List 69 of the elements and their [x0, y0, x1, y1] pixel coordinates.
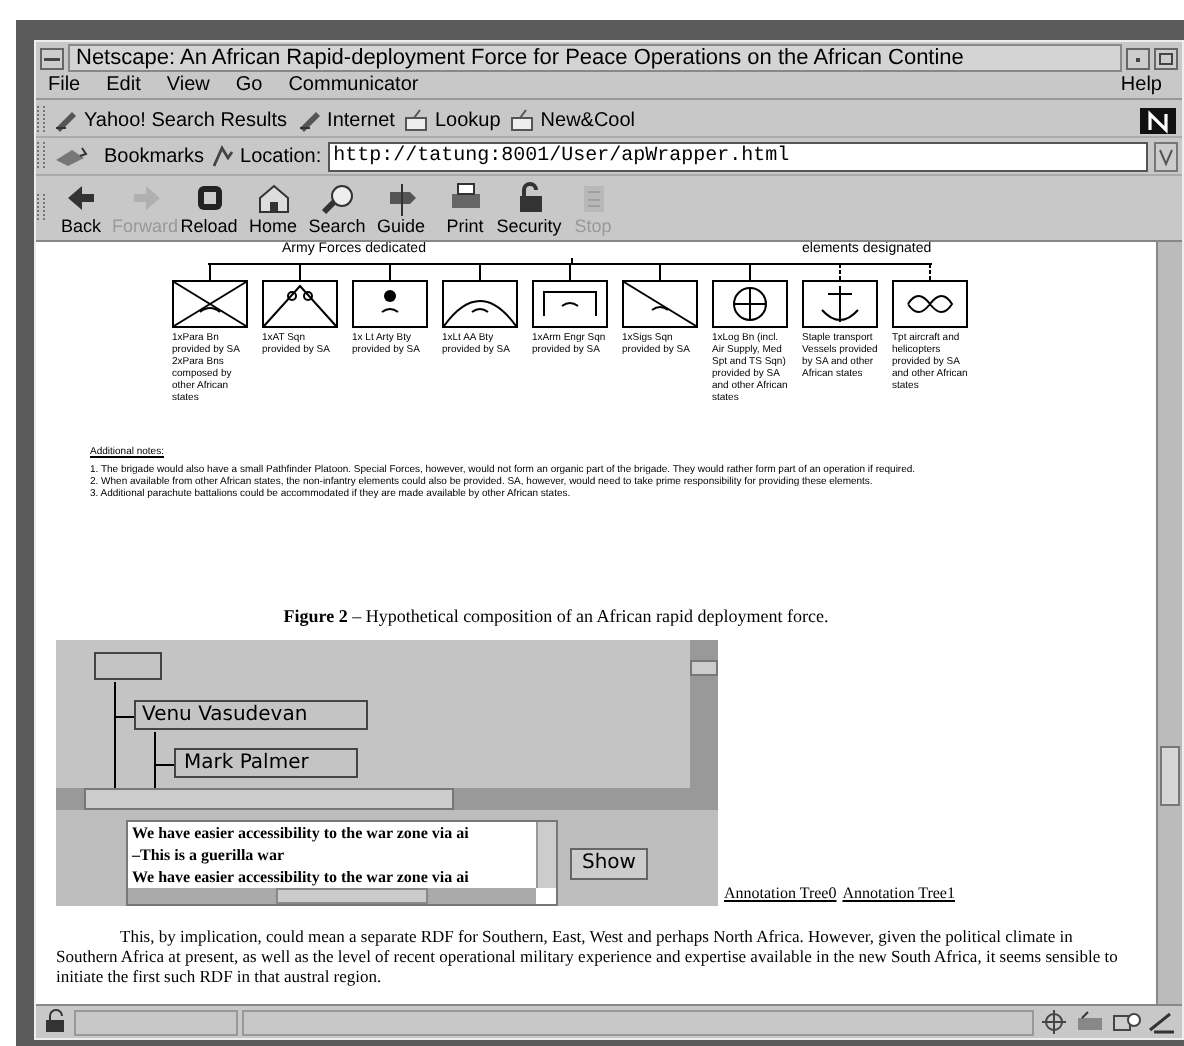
scrollbar[interactable] — [1156, 242, 1182, 1004]
pen-icon[interactable] — [297, 108, 322, 132]
bookmark-link[interactable]: Internet — [327, 105, 395, 135]
bracket-symbol-icon — [532, 280, 608, 328]
figure-caption: Figure 2 – Hypothetical composition of an African rapid deployment force. — [281, 604, 831, 630]
navigator-icon[interactable] — [1038, 1008, 1070, 1036]
bookmark-link[interactable]: New&Cool — [540, 105, 636, 135]
toolbar-grip-icon[interactable] — [36, 104, 48, 136]
menu-item[interactable]: Edit — [106, 70, 141, 100]
scrollbar-thumb[interactable] — [276, 887, 428, 903]
annotation-link[interactable]: Annotation Tree1 — [842, 881, 955, 905]
figure-eight-icon — [892, 280, 968, 328]
toolbar-button[interactable]: Home — [242, 180, 304, 236]
window-title: Netscape: An African Rapid-deployment Force for Peace Operations on the African Contine — [68, 44, 1122, 72]
pen-icon[interactable] — [54, 108, 78, 132]
annotation-link[interactable]: Annotation Tree0 — [724, 881, 837, 905]
scrollbar[interactable] — [536, 821, 556, 887]
home-icon[interactable] — [253, 180, 293, 216]
toolbar-button[interactable]: Guide — [370, 180, 432, 236]
crossed-box-icon — [172, 280, 248, 328]
scrollbar-thumb[interactable] — [1160, 746, 1180, 806]
toolbar-grip-icon[interactable] — [36, 192, 48, 224]
dropdown-icon[interactable] — [1154, 141, 1178, 171]
bookmark-link[interactable]: Lookup — [434, 105, 501, 135]
toolbar-button[interactable]: Reload — [178, 180, 240, 236]
tree-node[interactable]: Venu Vasudevan — [134, 699, 368, 729]
scrollbar[interactable] — [690, 639, 718, 789]
scrollbar[interactable] — [128, 887, 536, 903]
window-menu-icon[interactable] — [40, 47, 64, 69]
logo-icon — [1140, 107, 1176, 133]
toolbar-grip-icon[interactable] — [36, 140, 48, 172]
toolbar-button[interactable]: Print — [434, 180, 496, 236]
scrollbar[interactable] — [56, 788, 718, 809]
tree-node[interactable]: Mark Palmer — [174, 747, 358, 777]
diagonal-symbol-icon — [622, 280, 698, 328]
scrollbar-thumb[interactable] — [84, 788, 454, 809]
anchor-icon — [802, 280, 878, 328]
tree-node[interactable] — [94, 651, 162, 679]
menu-item[interactable]: View — [166, 70, 210, 100]
toolbar-button[interactable]: Security — [498, 180, 560, 236]
menu-item[interactable]: Communicator — [288, 70, 419, 100]
arc-symbol-icon — [442, 280, 518, 328]
annotation-list[interactable]: We have easier accessibility to the war zone via ai –This is a guerilla war We have easier accessibility to the war zone via ai — [126, 819, 558, 905]
folder-icon[interactable] — [404, 108, 429, 132]
padlock-icon[interactable] — [40, 1008, 70, 1036]
location-label: Location: — [240, 143, 322, 171]
toolbar-button[interactable]: Back — [50, 180, 112, 236]
annotation-text[interactable]: –This is a guerilla war — [128, 843, 536, 865]
toolbar-button[interactable]: Search — [306, 180, 368, 236]
search-icon[interactable] — [317, 180, 357, 216]
annotation-text[interactable]: We have easier accessibility to the war zone via ai — [128, 865, 536, 887]
bookmarks-button[interactable]: Bookmarks — [54, 141, 205, 171]
show-button[interactable]: Show — [570, 847, 648, 879]
triangle-symbol-icon — [262, 280, 338, 328]
discussion-icon[interactable] — [1110, 1008, 1142, 1036]
composer-icon[interactable] — [1146, 1008, 1178, 1036]
location-field[interactable]: http://tatung:8001/User/apWrapper.html — [327, 141, 1148, 171]
menu-item[interactable]: File — [48, 70, 81, 100]
menu-item[interactable]: Go — [235, 70, 263, 100]
folder-icon[interactable] — [510, 108, 535, 132]
body-paragraph: This, by implication, could mean a separate RDF for Southern, East, West and perhaps North Africa. However, given the political climate in Southern Africa at present, as well as the level of recent operational military experience and expertise available in the new South Africa, it seems sensible to initiate the first such RDF in that austral region. — [56, 925, 1120, 985]
maximize-icon[interactable] — [1154, 47, 1178, 69]
scrollbar-thumb[interactable] — [690, 659, 718, 675]
minimize-icon[interactable] — [1126, 47, 1150, 69]
wheel-symbol-icon — [712, 280, 788, 328]
bookmark-link[interactable]: Yahoo! Search Results — [84, 105, 288, 135]
dot-symbol-icon — [352, 280, 428, 328]
annotation-text[interactable]: We have easier accessibility to the war zone via ai — [128, 821, 536, 843]
menu-item[interactable]: Help — [1120, 70, 1162, 100]
